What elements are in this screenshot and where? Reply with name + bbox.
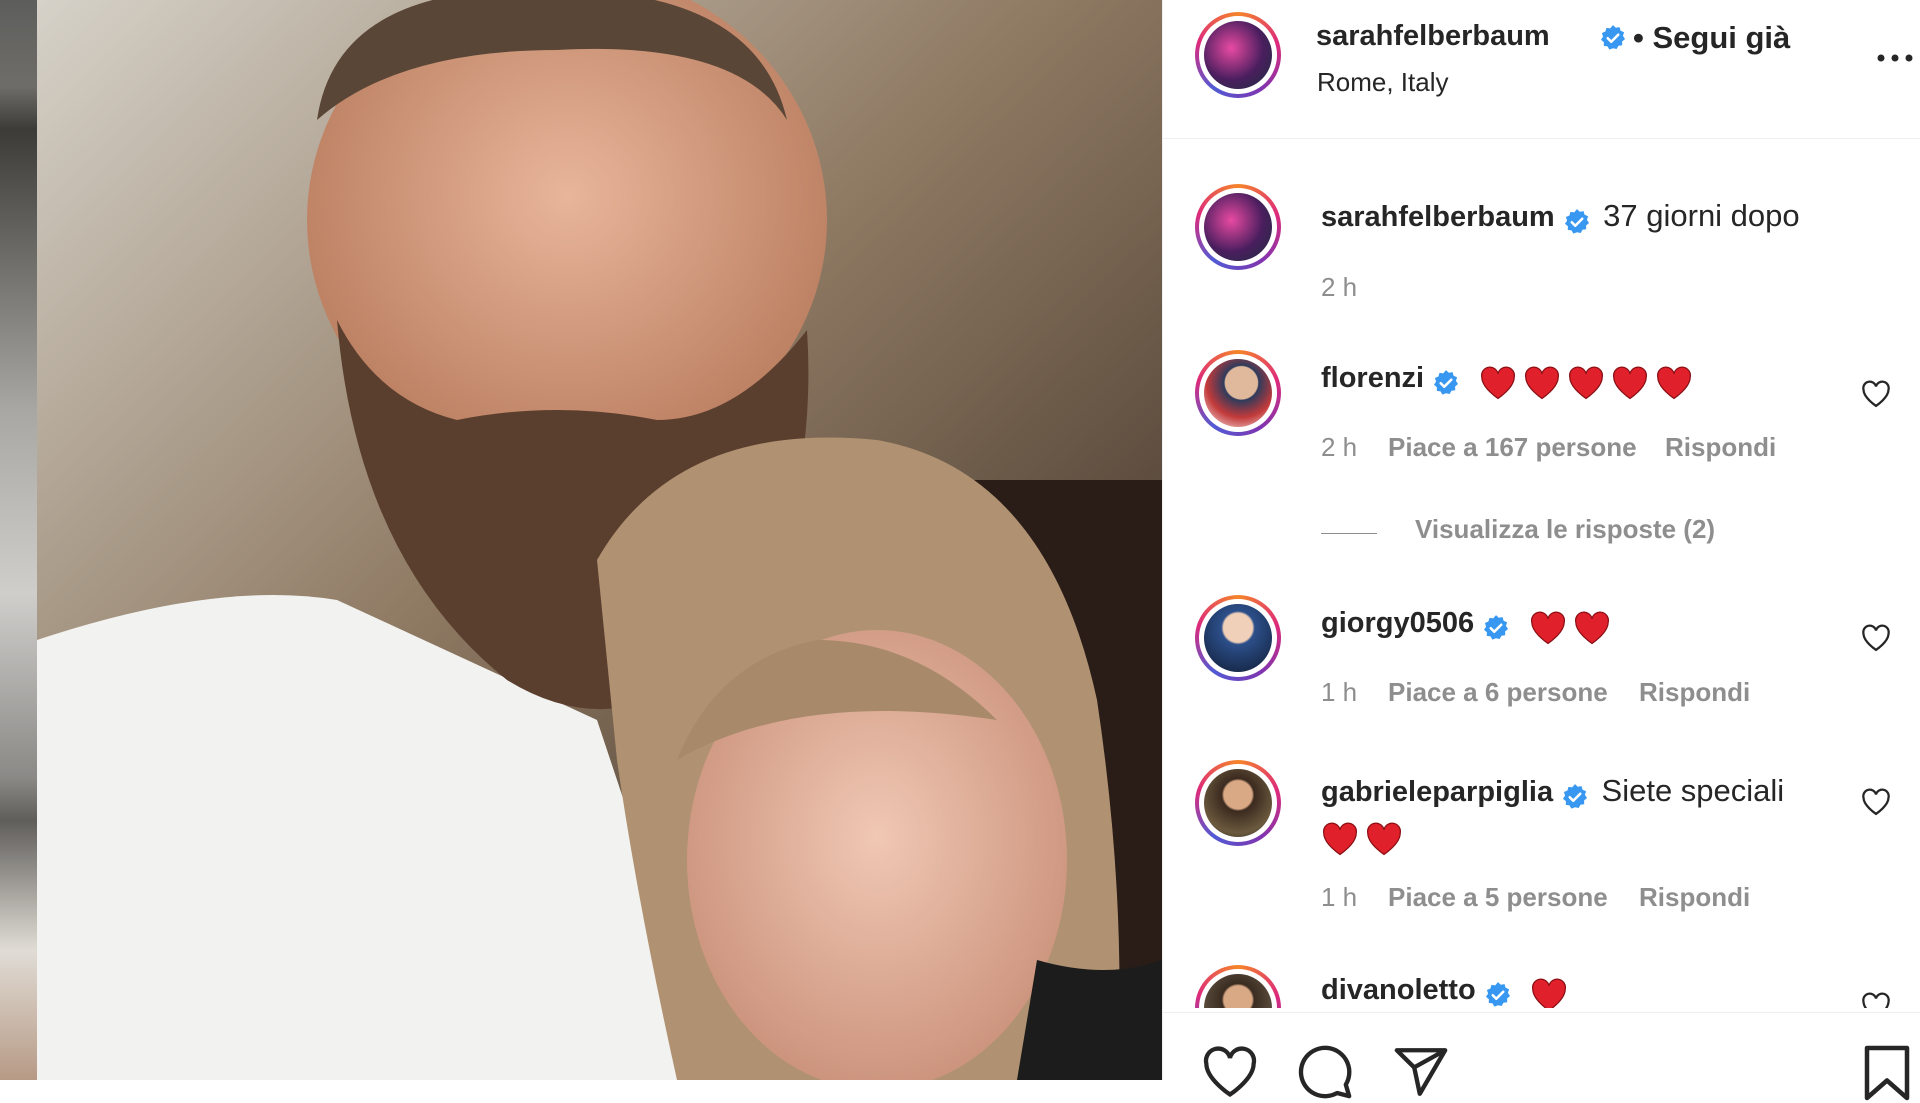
comment-likes[interactable]: Piace a 6 persone: [1388, 677, 1608, 708]
comment-avatar[interactable]: [1195, 595, 1281, 681]
comment-likes[interactable]: Piace a 5 persone: [1388, 882, 1608, 913]
heart-emojis: [1321, 818, 1881, 860]
heart-icon[interactable]: [1201, 1046, 1259, 1098]
post-photo: [37, 0, 1162, 1080]
red-heart-emoji-icon: [1612, 366, 1647, 399]
caption-username[interactable]: sarahfelberbaum: [1321, 201, 1555, 233]
red-heart-emoji-icon: [1574, 611, 1609, 644]
comment-text: Siete speciali: [1601, 773, 1785, 808]
view-replies-button[interactable]: Visualizza le risposte (2): [1415, 514, 1715, 545]
red-heart-emoji-icon: [1568, 366, 1603, 399]
red-heart-emoji-icon: [1530, 611, 1565, 644]
comment-like-icon[interactable]: [1861, 380, 1891, 408]
comment-avatar[interactable]: [1195, 965, 1281, 1008]
comment-icon[interactable]: [1296, 1043, 1354, 1101]
header-username[interactable]: sarahfelberbaum: [1316, 20, 1550, 53]
author-avatar[interactable]: [1195, 12, 1281, 98]
comment-like-icon[interactable]: [1861, 788, 1891, 816]
post-panel: sarahfelberbaum • Segui già Rome, Italy …: [1162, 0, 1920, 1101]
comment-time: 1 h: [1321, 882, 1358, 912]
red-heart-emoji-icon: [1367, 822, 1401, 855]
verified-badge-icon: [1485, 981, 1510, 1007]
heart-emojis: [1479, 366, 1699, 399]
comment-time: 1 h: [1321, 677, 1358, 707]
verified-badge-icon: [1434, 369, 1459, 395]
follow-status[interactable]: • Segui già: [1633, 20, 1790, 56]
comment-username[interactable]: divanoletto: [1321, 974, 1476, 1006]
heart-emojis: [1530, 978, 1574, 1008]
verified-badge-icon: [1563, 783, 1588, 809]
red-heart-emoji-icon: [1532, 978, 1567, 1008]
post-location[interactable]: Rome, Italy: [1317, 67, 1449, 98]
previous-post-edge: [0, 0, 37, 1080]
comments-list[interactable]: sarahfelberbaum 37 giorni dopo 2 h flore…: [1163, 140, 1920, 1008]
more-horizontal-icon[interactable]: [1875, 52, 1915, 64]
red-heart-emoji-icon: [1323, 822, 1357, 855]
comment-username[interactable]: gabrieleparpiglia: [1321, 776, 1553, 808]
red-heart-emoji-icon: [1656, 366, 1691, 399]
reply-button[interactable]: Rispondi: [1639, 882, 1750, 913]
verified-badge-icon: [1600, 25, 1626, 50]
reply-button[interactable]: Rispondi: [1639, 677, 1750, 708]
heart-emojis: [1529, 611, 1617, 644]
verified-badge-icon: [1564, 208, 1589, 234]
red-heart-emoji-icon: [1524, 366, 1559, 399]
caption-avatar[interactable]: [1195, 184, 1281, 270]
red-heart-emoji-icon: [1480, 366, 1515, 399]
verified-badge-icon: [1484, 614, 1509, 640]
share-icon[interactable]: [1391, 1043, 1451, 1101]
reply-button[interactable]: Rispondi: [1665, 432, 1776, 463]
caption-text: 37 giorni dopo: [1603, 198, 1800, 233]
comment-username[interactable]: giorgy0506: [1321, 607, 1474, 639]
comment-avatar[interactable]: [1195, 760, 1281, 846]
header-divider: [1163, 138, 1920, 139]
comment-like-icon[interactable]: [1861, 624, 1891, 652]
comment-username[interactable]: florenzi: [1321, 362, 1424, 394]
comment-avatar[interactable]: [1195, 350, 1281, 436]
caption-time: 2 h: [1321, 272, 1358, 302]
comment-time: 2 h: [1321, 432, 1358, 462]
comment-likes[interactable]: Piace a 167 persone: [1388, 432, 1637, 463]
bookmark-icon[interactable]: [1862, 1043, 1912, 1103]
actions-divider: [1163, 1012, 1920, 1013]
comment-like-icon[interactable]: [1861, 992, 1891, 1008]
replies-divider: [1321, 533, 1377, 534]
